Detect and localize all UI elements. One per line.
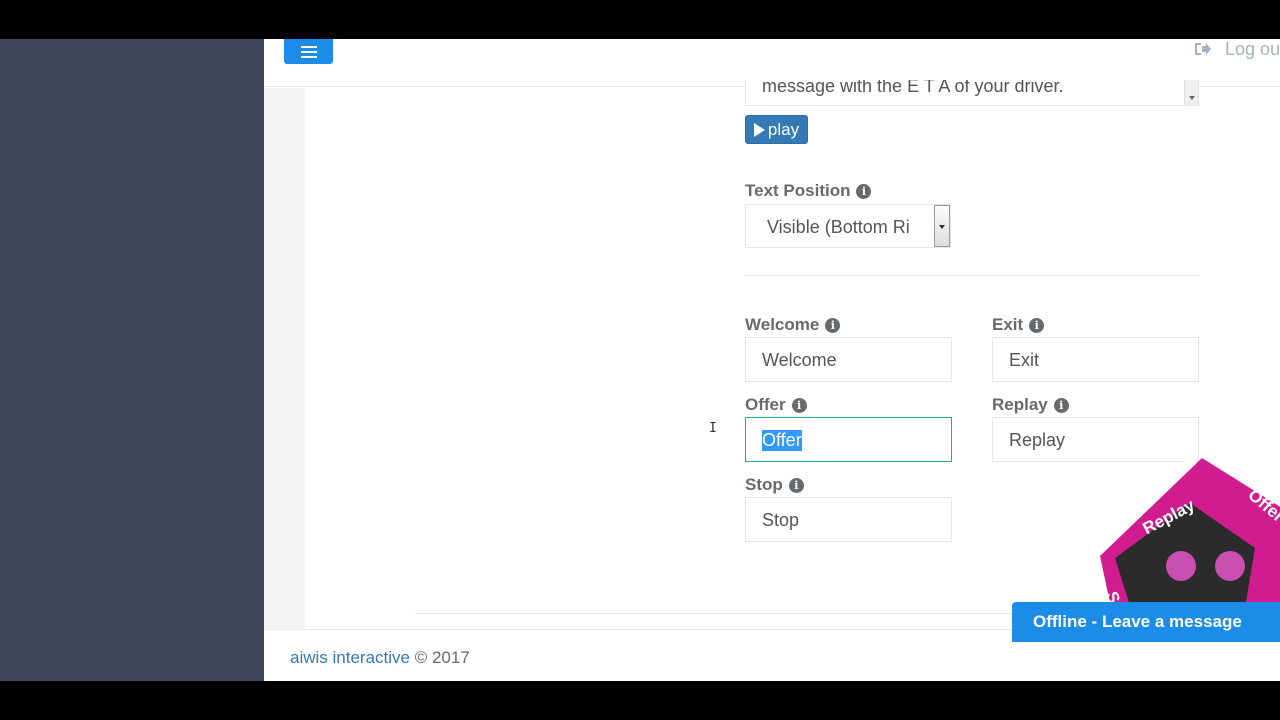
play-icon: [753, 122, 765, 137]
offer-input[interactable]: Offer: [745, 417, 952, 462]
exit-value: Exit: [1009, 350, 1040, 370]
info-icon[interactable]: i: [788, 477, 804, 493]
stop-label-text: Stop: [745, 475, 783, 494]
text-cursor-icon: I: [709, 421, 717, 436]
welcome-label: Welcome i: [745, 315, 841, 335]
hamburger-icon: [300, 45, 317, 58]
welcome-input[interactable]: Welcome: [745, 337, 952, 382]
copyright-text: © 2017: [410, 648, 470, 667]
brand-link[interactable]: aiwis interactive: [290, 648, 410, 667]
exit-label-text: Exit: [992, 315, 1024, 334]
info-icon[interactable]: i: [856, 183, 872, 199]
text-position-value: Visible (Bottom Ri: [767, 217, 910, 237]
message-textarea[interactable]: message with the E T A of your driver.: [745, 80, 1199, 106]
replay-label: Replay i: [992, 395, 1069, 415]
offline-label: Offline - Leave a message: [1033, 612, 1242, 631]
stop-input[interactable]: Stop: [745, 497, 952, 542]
text-position-select[interactable]: Visible (Bottom Ri: [745, 204, 951, 248]
logout-link[interactable]: Log ou: [1194, 39, 1280, 59]
play-button[interactable]: play: [745, 115, 808, 144]
footer-credit: aiwis interactive © 2017: [290, 648, 470, 668]
offer-label: Offer i: [745, 395, 807, 415]
welcome-value: Welcome: [762, 350, 837, 370]
stop-label: Stop i: [745, 475, 804, 495]
sidebar: [0, 39, 264, 681]
textarea-scrollbar[interactable]: [1184, 80, 1198, 105]
stop-value: Stop: [762, 510, 800, 530]
exit-input[interactable]: Exit: [992, 337, 1199, 382]
replay-label-text: Replay: [992, 395, 1048, 414]
logout-label: Log ou: [1225, 39, 1280, 59]
sign-out-icon: [1195, 43, 1211, 55]
info-icon[interactable]: i: [791, 397, 807, 413]
welcome-label-text: Welcome: [745, 315, 820, 334]
chat-offline-button[interactable]: Offline - Leave a message: [1012, 602, 1280, 642]
text-position-label-text: Text Position: [745, 181, 851, 200]
text-position-label: Text Position i: [745, 181, 872, 201]
replay-value: Replay: [1009, 430, 1066, 450]
offer-value: Offer: [762, 430, 802, 451]
message-text: message with the E T A of your driver.: [762, 80, 1064, 96]
play-label: play: [767, 119, 800, 139]
divider: [745, 275, 1199, 276]
offer-label-text: Offer: [745, 395, 786, 414]
menu-toggle-button[interactable]: [284, 39, 333, 64]
info-icon[interactable]: i: [825, 317, 841, 333]
exit-label: Exit i: [992, 315, 1045, 335]
scroll-down-arrow-icon: [1189, 96, 1195, 100]
info-icon[interactable]: i: [1053, 397, 1069, 413]
info-icon[interactable]: i: [1029, 317, 1045, 333]
chevron-down-icon[interactable]: [934, 205, 950, 247]
